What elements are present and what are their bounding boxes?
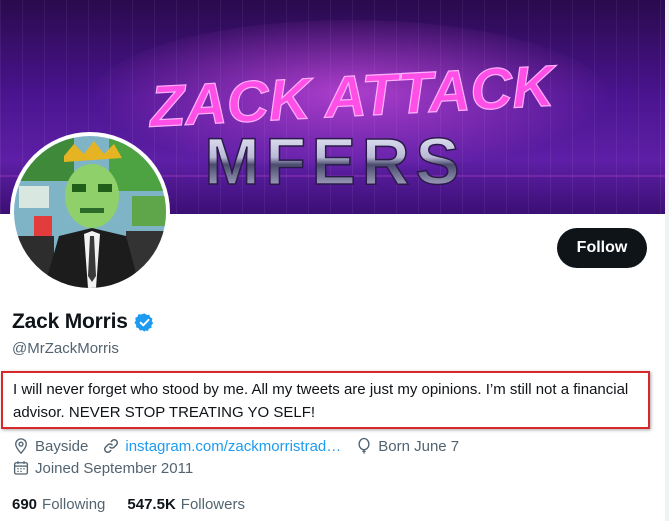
profile-name-row: Zack Morris: [12, 310, 155, 334]
verified-badge-icon[interactable]: [134, 312, 155, 333]
bio-highlight-box: I will never forget who stood by me. All…: [1, 371, 650, 429]
bio: I will never forget who stood by me. All…: [13, 381, 629, 421]
calendar-icon: [13, 461, 29, 475]
location-text: Bayside: [35, 437, 89, 455]
page-edge: [665, 0, 669, 521]
joined-text: Joined September 2011: [35, 459, 194, 477]
display-name: Zack Morris: [12, 310, 128, 333]
avatar-image: [14, 136, 166, 288]
profile-meta-joined: Joined September 2011: [12, 459, 207, 477]
following-link[interactable]: 690 Following: [12, 496, 105, 513]
location-pin-icon: [15, 438, 27, 455]
followers-label: Followers: [180, 496, 245, 513]
banner-title-bottom: MFERS: [205, 124, 466, 198]
birthday-text: Born June 7: [378, 437, 460, 455]
handle: @MrZackMorris: [12, 340, 119, 357]
following-count: 690: [12, 496, 38, 513]
birthday-item: Born June 7: [355, 437, 459, 455]
followers-link[interactable]: 547.5K Followers: [127, 496, 245, 513]
website-link[interactable]: instagram.com/zackmorristrad…: [125, 438, 341, 455]
following-label: Following: [42, 496, 106, 513]
location-item: Bayside: [12, 437, 88, 455]
balloon-icon: [358, 437, 370, 455]
link-icon: [104, 438, 119, 454]
website-item[interactable]: instagram.com/zackmorristrad…: [102, 437, 341, 455]
follow-button[interactable]: Follow: [557, 228, 647, 268]
followers-count: 547.5K: [127, 496, 176, 513]
follow-stats: 690 Following 547.5K Followers: [12, 496, 245, 513]
profile-meta: Bayside instagram.com/zackmorristrad… Bo…: [12, 437, 473, 455]
avatar[interactable]: [10, 132, 170, 292]
joined-item: Joined September 2011: [12, 459, 193, 477]
